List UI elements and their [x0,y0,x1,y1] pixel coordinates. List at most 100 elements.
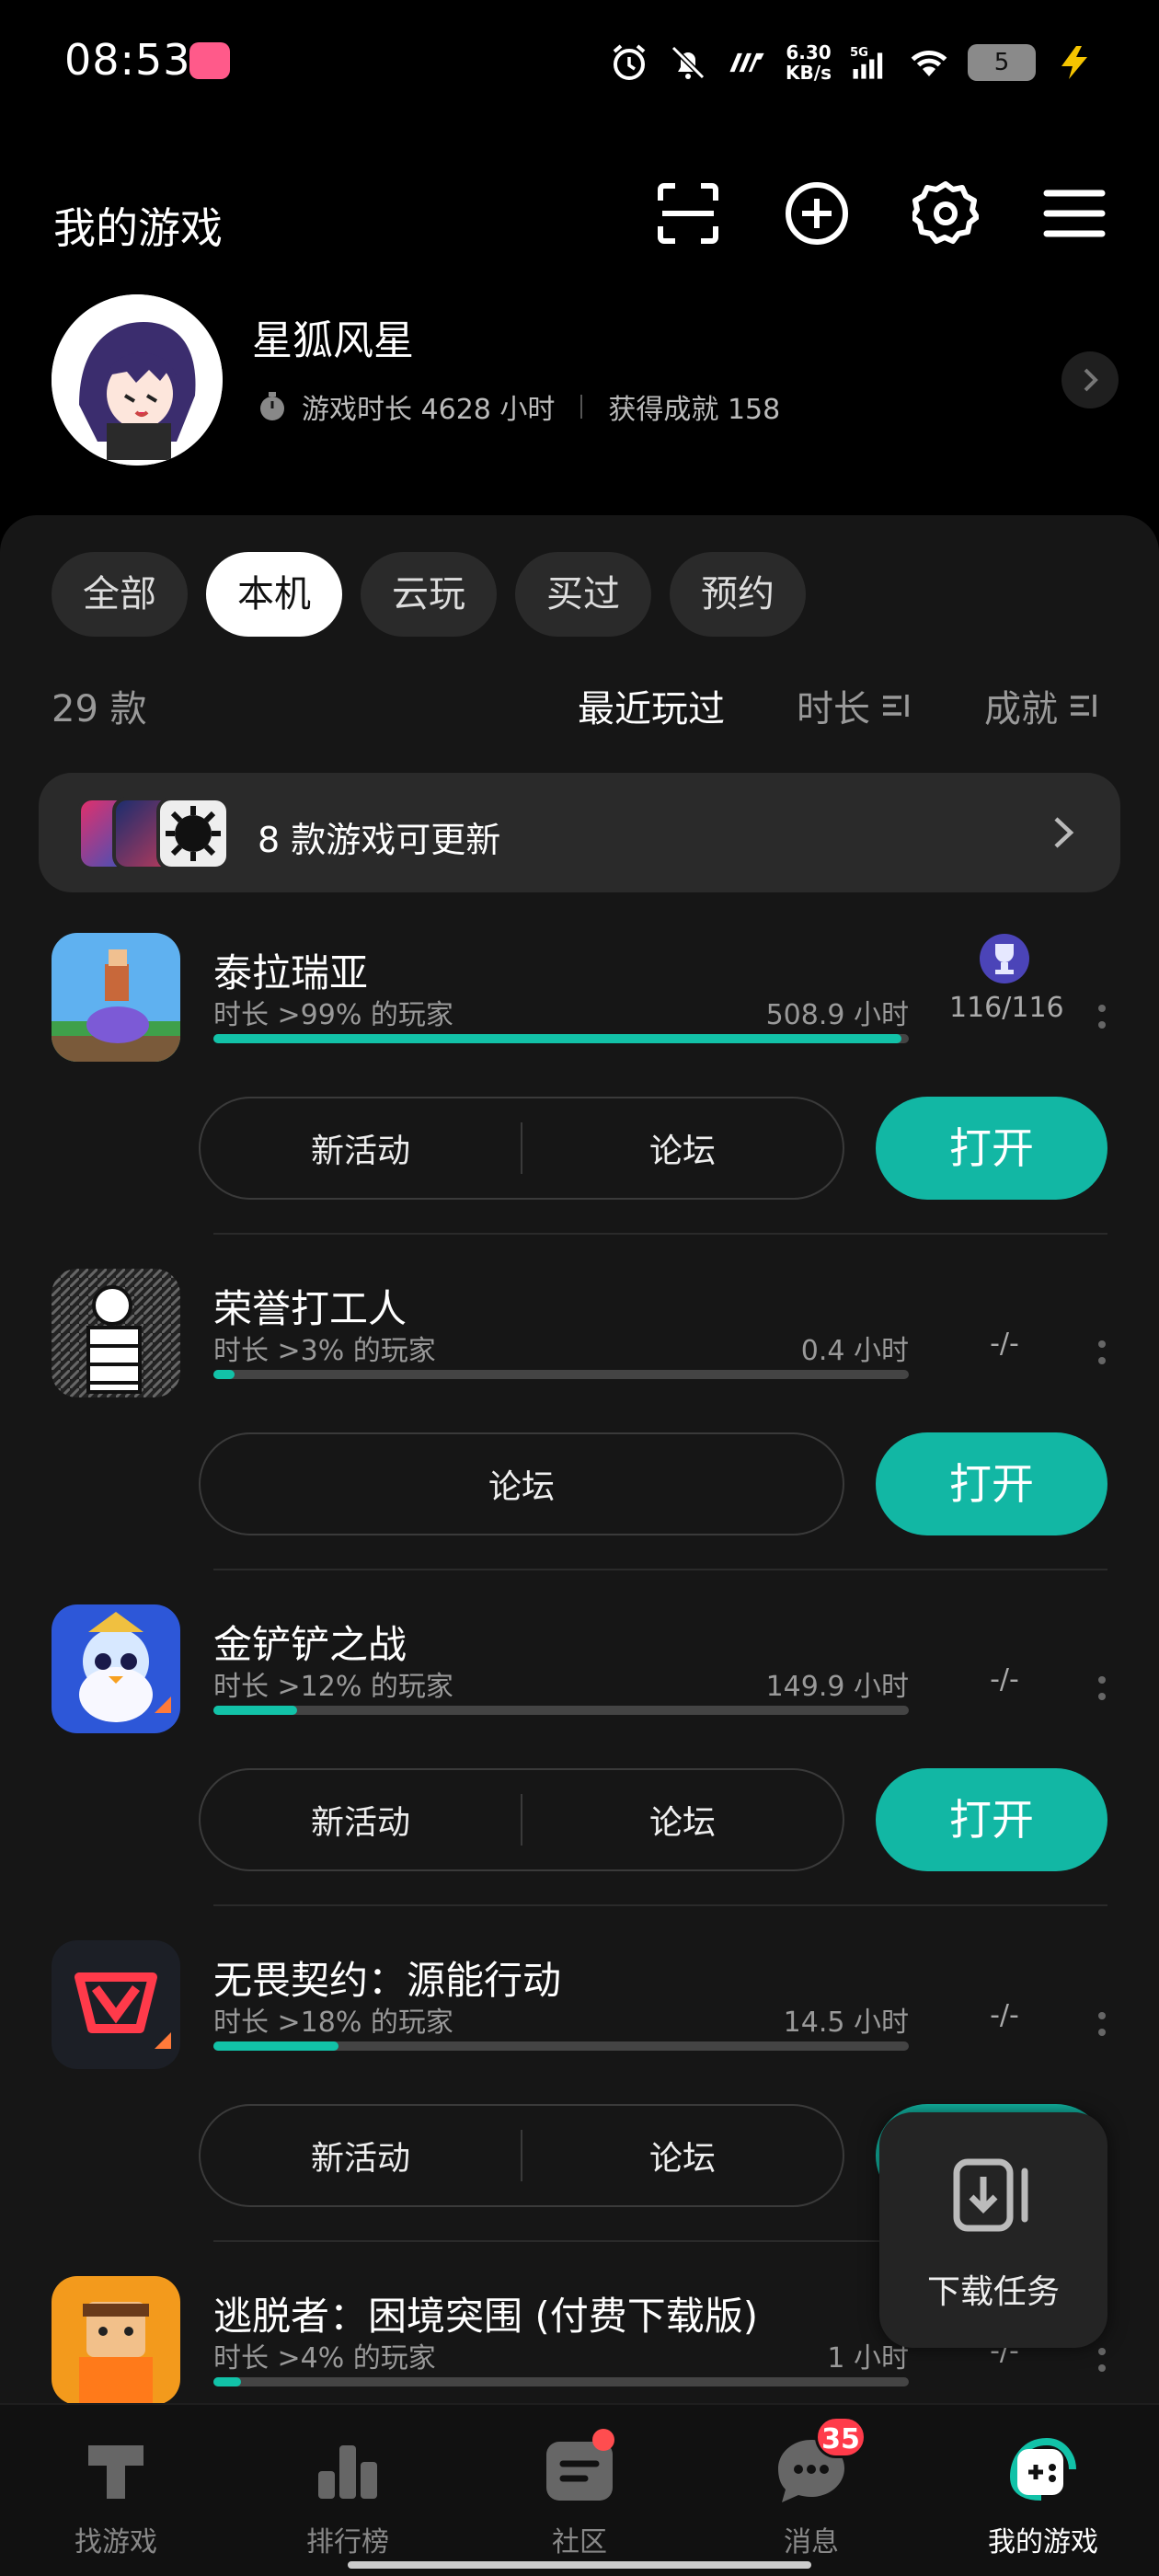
nav-messages[interactable]: 35 消息 [729,2416,894,2559]
tab-purchased[interactable]: 买过 [515,552,651,637]
nav-my-games[interactable]: 我的游戏 [960,2432,1126,2559]
game-icon-valorant-mobile[interactable] [52,1940,180,2069]
playtime-text: 游戏时长 4628 小时 [302,394,556,426]
forum-button[interactable]: 论坛 [201,1460,843,1508]
game-actions: 新活动 论坛 [199,1768,844,1871]
tab-cloud[interactable]: 云玩 [361,552,497,637]
game-rank: 时长 >3% 的玩家 [213,1335,436,1367]
messages-icon-wrap: 35 [773,2416,866,2510]
game-name: 泰拉瑞亚 [213,950,369,995]
game-count: 29 款 [52,688,147,730]
scan-icon[interactable] [655,180,721,247]
game-actions: 新活动 论坛 [199,1097,844,1200]
sort-achievement[interactable]: 成就 [984,679,1100,732]
sort-icon [883,695,909,717]
add-icon[interactable] [784,180,850,247]
profile-card[interactable]: 星狐风星 游戏时长 4628 小时 获得成就 158 [52,294,1119,469]
nav-find-games[interactable]: 找游戏 [33,2432,199,2559]
achievements-text: 获得成就 158 [608,394,781,426]
home-indicator[interactable] [348,2561,811,2569]
gamepad-icon [1009,2437,1076,2501]
forum-button[interactable]: 论坛 [522,2132,843,2179]
game-rank: 时长 >12% 的玩家 [213,1671,453,1703]
open-game-button[interactable]: 打开 [876,1097,1107,1200]
net-speed-value: 6.30 [786,41,832,63]
forum-button[interactable]: 论坛 [522,1124,843,1172]
game-achievement: -/- [990,1328,1019,1360]
nav-community[interactable]: 社区 [497,2429,662,2559]
new-event-button[interactable]: 新活动 [201,1124,521,1172]
more-options-icon[interactable] [1096,2344,1107,2381]
mute-bell-icon [671,45,706,80]
charging-bolt-icon [1061,46,1087,79]
playtime-progress-fill [213,1706,297,1715]
game-icon-escapists[interactable] [52,2276,180,2403]
update-banner[interactable]: 8 款游戏可更新 [39,773,1120,892]
row-divider [213,1233,1107,1235]
header-actions [655,180,1107,247]
playtime-progress-bar [213,2377,909,2386]
row-divider [213,1569,1107,1570]
alarm-icon [613,44,646,80]
notification-dot [592,2429,614,2451]
new-event-button[interactable]: 新活动 [201,1796,521,1844]
sort-playtime[interactable]: 时长 [797,679,912,732]
game-actions: 新活动 论坛 [199,2104,844,2207]
game-row-honor-worker: 荣誉打工人 时长 >3% 的玩家 0.4 小时 -/- 论坛 打开 [0,1256,1159,1592]
battery-indicator: 5 [968,44,1036,81]
sort-recent[interactable]: 最近玩过 [578,679,725,732]
game-playtime-meta: 时长 >12% 的玩家 149.9 小时 [213,1663,909,1704]
game-playtime-meta: 时长 >99% 的玩家 508.9 小时 [213,992,909,1032]
game-name: 荣誉打工人 [213,1286,407,1331]
svg-text:5G: 5G [850,46,868,60]
open-game-button[interactable]: 打开 [876,1768,1107,1871]
tab-reserved[interactable]: 预约 [670,552,806,637]
game-icon-terraria[interactable] [52,933,180,1062]
game-rank: 时长 >99% 的玩家 [213,999,453,1031]
game-rank: 时长 >4% 的玩家 [213,2342,436,2375]
more-options-icon[interactable] [1096,1337,1107,1374]
gear-icon[interactable] [912,180,979,247]
download-tasks-button[interactable]: 下载任务 [879,2112,1107,2348]
game-row-tft: 金铲铲之战 时长 >12% 的玩家 149.9 小时 -/- 新活动 论坛 打开 [0,1592,1159,1927]
game-hours: 0.4 小时 [800,1335,909,1367]
avatar[interactable] [52,294,223,466]
game-achievement: -/- [990,1663,1019,1696]
net-speed-unit: KB/s [786,62,832,84]
game-hours: 508.9 小时 [765,999,909,1031]
tab-local[interactable]: 本机 [206,552,342,637]
game-icon-honor-worker[interactable] [52,1269,180,1397]
forum-button[interactable]: 论坛 [522,1796,843,1844]
wifi-icon [911,51,947,76]
sort-options: 最近玩过 时长 成就 [578,679,1100,732]
update-text: 8 款游戏可更新 [258,820,501,860]
game-icon-tft[interactable] [52,1604,180,1733]
carrier-logo-icon [729,52,764,73]
playtime-progress-fill [213,2041,339,2051]
more-options-icon[interactable] [1096,2008,1107,2045]
sort-recent-label: 最近玩过 [578,688,725,730]
game-achievement: 116/116 [949,992,1064,1024]
new-event-button[interactable]: 新活动 [201,2132,521,2179]
more-options-icon[interactable] [1096,1001,1107,1038]
sort-icon [1071,695,1096,717]
open-game-button[interactable]: 打开 [876,1432,1107,1535]
tab-all[interactable]: 全部 [52,552,188,637]
nav-label: 排行榜 [306,2526,389,2559]
game-name: 金铲铲之战 [213,1622,407,1667]
game-achievement: -/- [990,1999,1019,2031]
net-speed: 6.30 KB/s [786,42,832,83]
game-rank: 时长 >18% 的玩家 [213,2007,453,2039]
nav-leaderboard[interactable]: 排行榜 [265,2432,430,2559]
game-hours: 14.5 小时 [783,2007,909,2039]
menu-icon[interactable] [1041,180,1107,247]
more-options-icon[interactable] [1096,1673,1107,1709]
game-actions: 论坛 [199,1432,844,1535]
profile-stats: 游戏时长 4628 小时 获得成就 158 [256,386,780,427]
playtime-progress-bar [213,1034,909,1043]
playtime-progress-fill [213,1034,902,1043]
profile-chevron-button[interactable] [1061,351,1119,408]
row-divider [213,1904,1107,1906]
cellular-signal-icon: 5G [850,46,883,79]
game-name: 无畏契约：源能行动 [213,1958,562,2003]
